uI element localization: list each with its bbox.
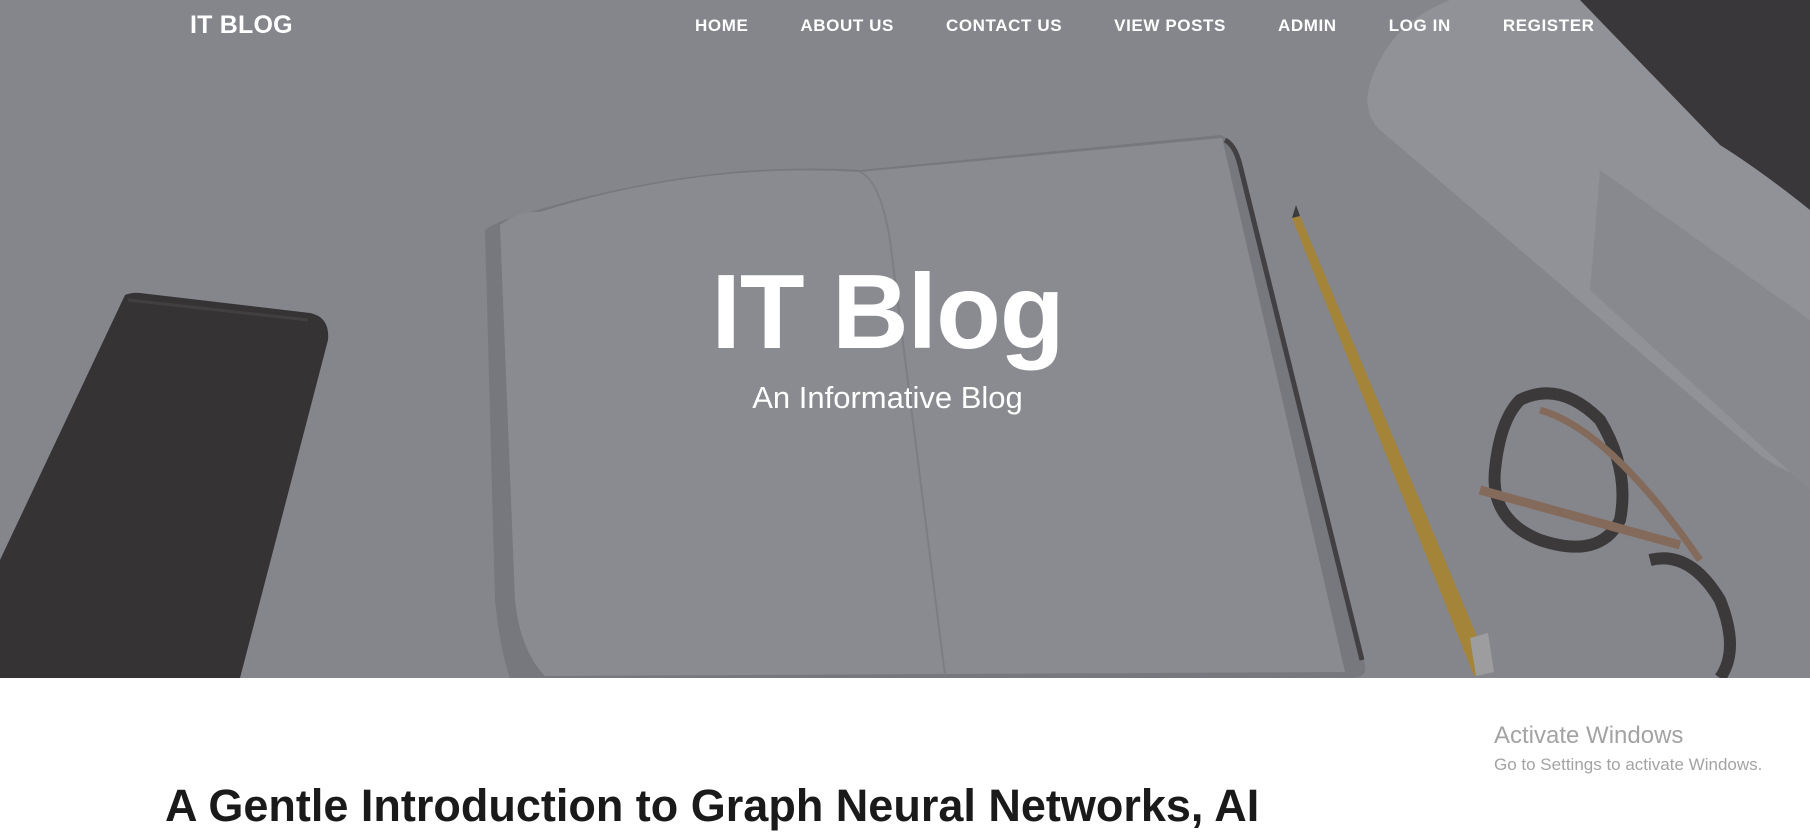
nav-link-contact-us[interactable]: CONTACT US <box>946 16 1062 36</box>
site-subheading: An Informative Blog <box>752 380 1023 415</box>
nav-menu: HOME ABOUT US CONTACT US VIEW POSTS ADMI… <box>695 16 1595 36</box>
nav-link-home[interactable]: HOME <box>695 16 748 36</box>
nav-link-about-us[interactable]: ABOUT US <box>800 16 894 36</box>
nav-link-log-in[interactable]: LOG IN <box>1389 16 1451 36</box>
nav-link-register[interactable]: REGISTER <box>1503 16 1595 36</box>
watermark-subtitle: Go to Settings to activate Windows. <box>1494 755 1763 774</box>
nav-item-home: HOME <box>695 16 748 36</box>
activate-windows-watermark: Activate Windows Go to Settings to activ… <box>1494 722 1762 775</box>
nav-item-register: REGISTER <box>1503 16 1595 36</box>
nav-link-view-posts[interactable]: VIEW POSTS <box>1114 16 1226 36</box>
nav-item-admin: ADMIN <box>1278 16 1337 36</box>
post-title-link[interactable]: A Gentle Introduction to Graph Neural Ne… <box>165 780 1259 832</box>
top-navbar: IT BLOG HOME ABOUT US CONTACT US VIEW PO… <box>0 0 1810 52</box>
brand-logo-link[interactable]: IT BLOG <box>190 11 293 40</box>
nav-item-log-in: LOG IN <box>1389 16 1451 36</box>
watermark-title: Activate Windows <box>1494 722 1684 749</box>
hero-header: IT BLOG HOME ABOUT US CONTACT US VIEW PO… <box>0 0 1810 678</box>
nav-link-admin[interactable]: ADMIN <box>1278 16 1337 36</box>
nav-item-contact-us: CONTACT US <box>946 16 1062 36</box>
site-heading: IT Blog <box>711 253 1064 371</box>
nav-item-view-posts: VIEW POSTS <box>1114 16 1226 36</box>
nav-item-about-us: ABOUT US <box>800 16 894 36</box>
